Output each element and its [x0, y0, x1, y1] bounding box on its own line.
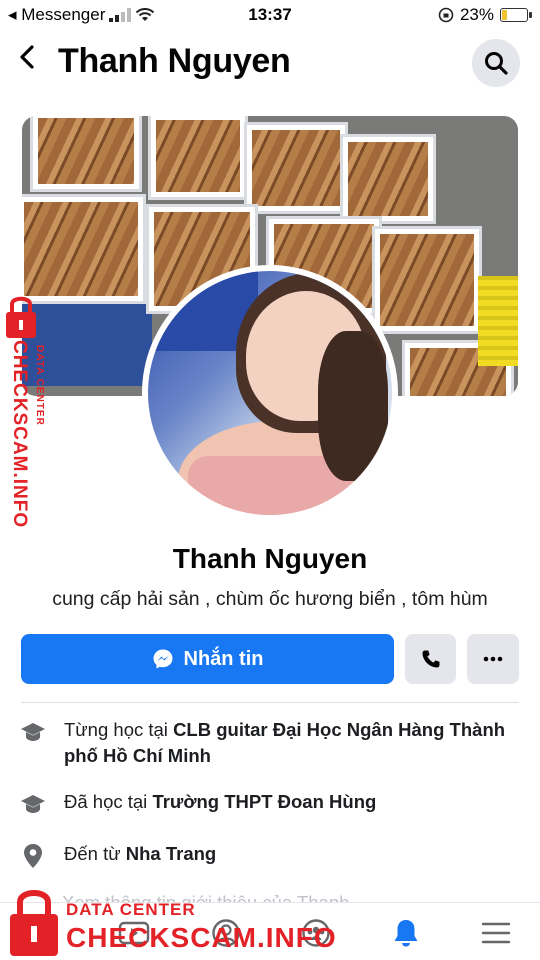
graduation-cap-icon — [20, 791, 46, 817]
profile-header: Thanh Nguyen — [0, 32, 540, 90]
crate — [340, 134, 436, 224]
detail-prefix: Đã học tại — [64, 791, 153, 812]
crate — [372, 226, 482, 334]
detail-value-link[interactable]: Nha Trang — [126, 843, 216, 864]
tab-menu[interactable] — [476, 913, 516, 953]
detail-hometown: Đến từ Nha Trang — [20, 841, 520, 869]
chevron-left-icon — [20, 45, 34, 69]
detail-prefix: Từng học tại — [64, 719, 174, 740]
location-pin-icon — [20, 843, 46, 869]
crate — [22, 194, 146, 304]
phone-icon — [422, 650, 439, 668]
more-options-button[interactable] — [467, 634, 519, 684]
crate — [244, 122, 348, 214]
profile-name: Thanh Nguyen — [172, 543, 368, 574]
graduation-cap-icon — [20, 719, 46, 745]
watermark-bottom-big: CHECKSCAM.INFO — [66, 922, 337, 953]
battery-icon — [500, 8, 532, 22]
yellow-crate — [478, 276, 518, 366]
detail-prefix: Đến từ — [64, 843, 126, 864]
profile-avatar[interactable] — [142, 265, 398, 521]
detail-text: Đã học tại Trường THPT Đoan Hùng — [64, 789, 376, 817]
detail-education-2: Đã học tại Trường THPT Đoan Hùng — [20, 789, 520, 817]
divider — [21, 702, 519, 703]
status-bar: ◂ Messenger 13:37 23% — [0, 0, 540, 28]
message-button[interactable]: Nhắn tin — [21, 634, 394, 684]
search-button[interactable] — [472, 39, 520, 87]
status-right: 23% — [438, 5, 532, 25]
profile-bio: cung cấp hải sản , chùm ốc hương biển , … — [52, 588, 488, 610]
crate — [148, 116, 248, 200]
detail-text: Từng học tại CLB guitar Đại Học Ngân Hàn… — [64, 717, 520, 769]
watermark-side-small: DATA CENTER — [34, 345, 45, 426]
tab-notifications[interactable] — [386, 913, 426, 953]
watermark-bottom-small: DATA CENTER — [66, 900, 196, 919]
battery-percent: 23% — [459, 5, 494, 24]
detail-education-1: Từng học tại CLB guitar Đại Học Ngân Hàn… — [20, 717, 520, 769]
page-title: Thanh Nguyen — [58, 42, 291, 80]
back-button[interactable] — [12, 44, 42, 78]
message-button-label: Nhắn tin — [183, 647, 264, 670]
more-icon — [483, 656, 503, 662]
search-icon — [485, 52, 508, 75]
detail-text: Đến từ Nha Trang — [64, 841, 216, 869]
watermark-lock-logo-bottom — [10, 890, 58, 956]
menu-icon — [481, 922, 511, 944]
detail-value-link[interactable]: Trường THPT Đoan Hùng — [152, 791, 376, 812]
call-button[interactable] — [405, 634, 456, 684]
bell-icon — [394, 920, 418, 947]
messenger-icon — [153, 649, 172, 669]
watermark-side-text: CHECKSCAM.INFO — [9, 340, 30, 529]
crate — [30, 116, 142, 192]
orientation-lock-icon — [438, 7, 454, 23]
battery-fill — [502, 10, 507, 20]
avatar-hair-side — [318, 331, 388, 481]
avatar-photo — [148, 271, 392, 515]
